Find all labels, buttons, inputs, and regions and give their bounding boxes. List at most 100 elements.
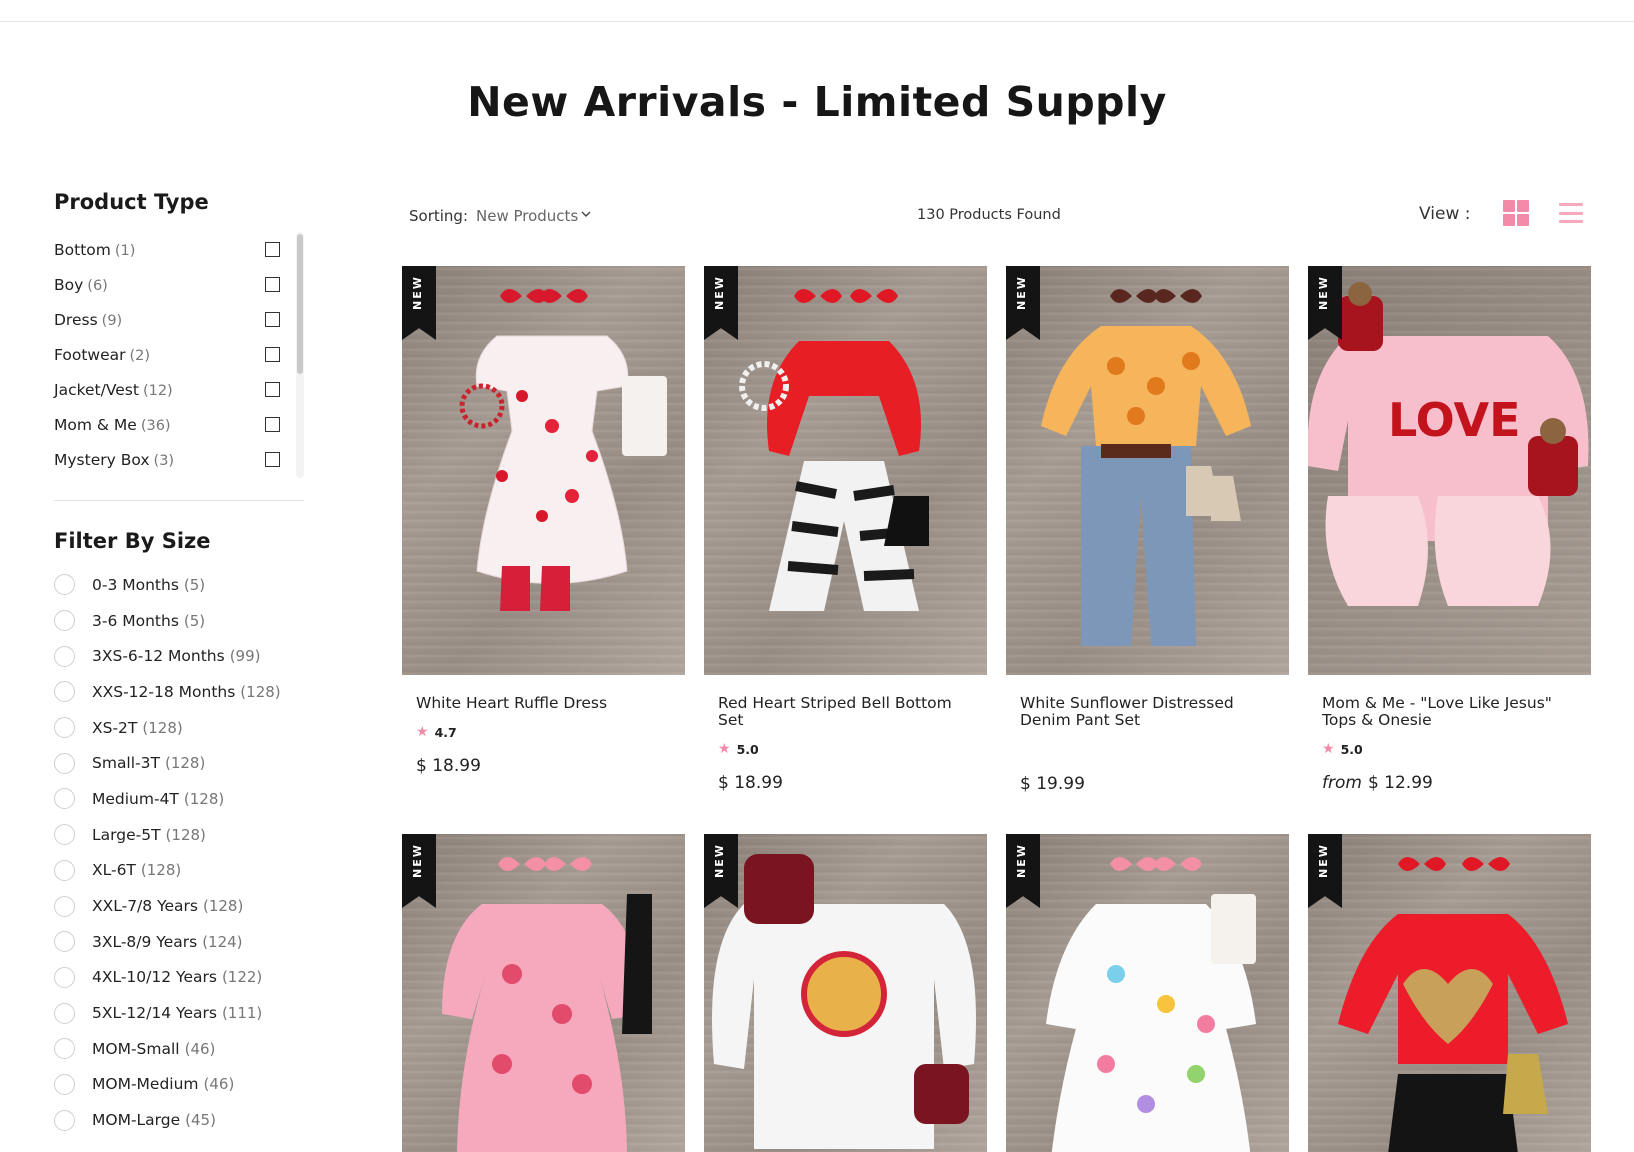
size-radio[interactable] <box>54 931 75 953</box>
product-image[interactable]: NEW <box>1006 266 1289 675</box>
size-radio[interactable] <box>54 1002 75 1024</box>
size-label: XS-2T <box>92 718 138 737</box>
size-count: (124) <box>202 932 243 951</box>
filter-label: Footwear <box>54 346 126 364</box>
filter-item-mystery-box[interactable]: Mystery Box (3) <box>54 442 304 477</box>
size-radio[interactable] <box>54 717 75 739</box>
product-card[interactable]: LOVE NEW Mom & Me - "Love Like Jesus" To… <box>1308 266 1591 793</box>
filter-item-boy[interactable]: Boy (6) <box>54 267 304 302</box>
filter-checkbox[interactable] <box>265 417 280 432</box>
size-option[interactable]: MOM-Medium (46) <box>54 1067 304 1103</box>
product-image[interactable]: LOVE NEW <box>1308 266 1591 675</box>
size-label: MOM-Medium <box>92 1075 199 1094</box>
size-option[interactable]: 5XL-12/14 Years (111) <box>54 995 304 1031</box>
filter-item-jacket-vest[interactable]: Jacket/Vest (12) <box>54 372 304 407</box>
size-radio[interactable] <box>54 574 75 596</box>
list-view-icon[interactable] <box>1559 203 1583 223</box>
product-rating: ★ 5.0 <box>718 741 759 757</box>
product-image[interactable]: NEW <box>402 834 685 1152</box>
filter-checkbox[interactable] <box>265 382 280 397</box>
top-divider <box>0 21 1634 22</box>
product-card[interactable]: NEW Red Heart Striped Bell Bottom Set ★ 5… <box>704 266 987 793</box>
size-label: 0-3 Months <box>92 575 179 594</box>
size-option[interactable]: XXS-12-18 Months (128) <box>54 674 304 710</box>
sort-value[interactable]: New Products <box>476 207 578 225</box>
size-label: XXL-7/8 Years <box>92 897 198 916</box>
product-card[interactable]: NEW White Heart Ruffle Dress ★ 4.7 $ 18.9… <box>402 266 685 776</box>
size-option[interactable]: MOM-Small (46) <box>54 1031 304 1067</box>
size-label: XL-6T <box>92 861 136 880</box>
size-option[interactable]: MOM-Large (45) <box>54 1102 304 1138</box>
size-option[interactable]: Medium-4T (128) <box>54 781 304 817</box>
size-radio[interactable] <box>54 752 75 774</box>
star-icon: ★ <box>718 741 731 757</box>
size-option[interactable]: 0-3 Months (5) <box>54 567 304 603</box>
size-radio[interactable] <box>54 1109 75 1131</box>
product-card[interactable]: NEW White Sunflower Distressed Denim Pan… <box>1006 266 1289 794</box>
size-count: (128) <box>140 861 182 880</box>
size-radio[interactable] <box>54 645 75 667</box>
size-option[interactable]: Small-3T (128) <box>54 745 304 781</box>
product-image[interactable]: NEW <box>1308 834 1591 1152</box>
size-radio[interactable] <box>54 610 75 632</box>
outfit-illustration: LOVE <box>1308 282 1589 606</box>
product-name[interactable]: White Sunflower Distressed Denim Pant Se… <box>1020 695 1275 729</box>
filter-checkbox[interactable] <box>265 452 280 467</box>
product-price: $ 18.99 <box>718 773 783 793</box>
size-radio[interactable] <box>54 895 75 917</box>
filter-label: Dress <box>54 311 98 329</box>
size-label: 5XL-12/14 Years <box>92 1004 217 1023</box>
size-option[interactable]: 3-6 Months (5) <box>54 603 304 639</box>
product-rating <box>1020 741 1275 758</box>
filter-item-dress[interactable]: Dress (9) <box>54 302 304 337</box>
product-image[interactable]: NEW <box>704 266 987 675</box>
filter-scrollbar-thumb[interactable] <box>297 234 303 374</box>
product-type-title: Product Type <box>54 190 209 214</box>
size-option[interactable]: 3XS-6-12 Months (99) <box>54 638 304 674</box>
size-radio[interactable] <box>54 1073 75 1095</box>
filter-checkbox[interactable] <box>265 347 280 362</box>
product-card[interactable]: NEW <box>1006 834 1289 1152</box>
size-option[interactable]: 4XL-10/12 Years (122) <box>54 960 304 996</box>
product-price: $ 19.99 <box>1020 774 1085 794</box>
size-radio[interactable] <box>54 1038 75 1060</box>
size-option[interactable]: XS-2T (128) <box>54 710 304 746</box>
chevron-down-icon[interactable] <box>581 209 591 219</box>
filter-label: Mystery Box <box>54 451 150 469</box>
filter-checkbox[interactable] <box>265 242 280 257</box>
grid-view-icon[interactable] <box>1503 200 1529 226</box>
size-count: (99) <box>229 647 261 666</box>
page-title: New Arrivals - Limited Supply <box>467 78 1167 126</box>
size-label: XXS-12-18 Months <box>92 682 236 701</box>
size-label: 3-6 Months <box>92 611 179 630</box>
product-image[interactable]: NEW <box>1006 834 1289 1152</box>
size-radio[interactable] <box>54 788 75 810</box>
size-option[interactable]: 3XL-8/9 Years (124) <box>54 924 304 960</box>
filter-item-bottom[interactable]: Bottom (1) <box>54 232 304 267</box>
size-option[interactable]: XXL-7/8 Years (128) <box>54 888 304 924</box>
product-name[interactable]: Mom & Me - "Love Like Jesus" Tops & Ones… <box>1322 695 1577 729</box>
filter-checkbox[interactable] <box>265 312 280 327</box>
sort-dropdown[interactable]: Sorting: New Products <box>409 207 591 225</box>
filter-item-mom-and-me[interactable]: Mom & Me (36) <box>54 407 304 442</box>
product-image[interactable]: NEW <box>402 266 685 675</box>
product-card[interactable]: NEW <box>1308 834 1591 1152</box>
filter-item-footwear[interactable]: Footwear (2) <box>54 337 304 372</box>
size-radio[interactable] <box>54 681 75 703</box>
size-option[interactable]: XL-6T (128) <box>54 853 304 889</box>
size-radio[interactable] <box>54 824 75 846</box>
product-name[interactable]: Red Heart Striped Bell Bottom Set <box>718 695 973 729</box>
size-radio[interactable] <box>54 966 75 988</box>
product-name[interactable]: White Heart Ruffle Dress <box>416 695 671 712</box>
products-toolbar: Sorting: New Products 130 Products Found… <box>409 200 1589 230</box>
size-count: (122) <box>221 968 263 987</box>
filter-scrollbar-track[interactable] <box>296 232 304 478</box>
size-option[interactable]: Large-5T (128) <box>54 817 304 853</box>
filter-checkbox[interactable] <box>265 277 280 292</box>
product-image[interactable]: NEW <box>704 834 987 1152</box>
product-card[interactable]: NEW <box>402 834 685 1152</box>
product-card[interactable]: NEW <box>704 834 987 1152</box>
size-count: (128) <box>240 682 281 701</box>
size-radio[interactable] <box>54 859 75 881</box>
size-label: MOM-Small <box>92 1039 180 1058</box>
